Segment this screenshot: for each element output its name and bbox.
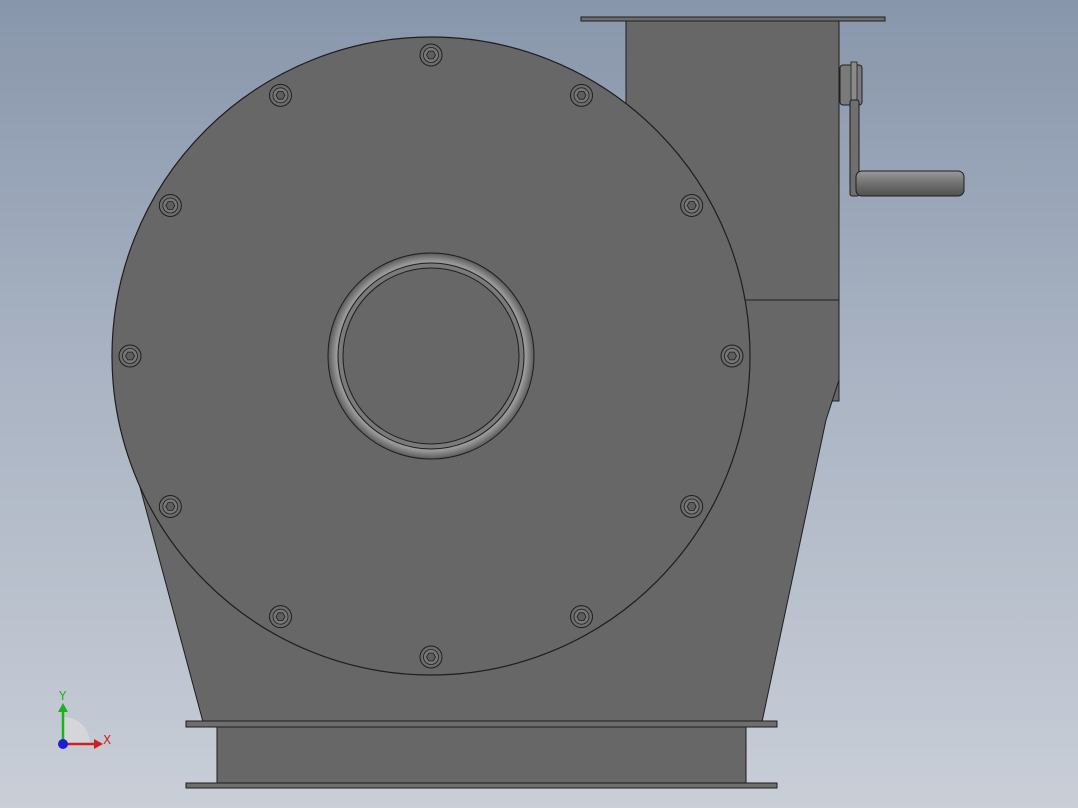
outlet-flange bbox=[580, 16, 886, 22]
inlet-port[interactable] bbox=[327, 252, 535, 460]
hex-socket-bolt-icon bbox=[720, 344, 744, 368]
base-bottom-flange bbox=[185, 782, 778, 789]
cad-model-drawing[interactable]: Y X bbox=[0, 0, 1078, 808]
hex-socket-bolt-icon bbox=[570, 83, 593, 107]
hex-socket-bolt-icon bbox=[680, 194, 704, 217]
triad-y-label: Y bbox=[58, 689, 67, 703]
cad-graphics-viewport[interactable]: Y X bbox=[0, 0, 1078, 808]
hex-socket-bolt-icon bbox=[419, 645, 443, 669]
base-top-flange bbox=[185, 720, 778, 728]
crank-handle-icon[interactable] bbox=[839, 61, 965, 197]
hex-socket-bolt-icon bbox=[158, 194, 182, 217]
base-body bbox=[216, 726, 747, 784]
triad-rotation-arc bbox=[63, 717, 90, 744]
triad-x-arrow bbox=[94, 739, 103, 749]
hex-socket-bolt-icon bbox=[680, 495, 704, 518]
handle-grip bbox=[855, 170, 965, 197]
triad-x-label: X bbox=[103, 733, 111, 747]
triad-y-arrow bbox=[58, 703, 68, 712]
hex-socket-bolt-icon bbox=[570, 605, 593, 629]
hex-socket-bolt-icon bbox=[419, 43, 443, 67]
triad-z-origin bbox=[58, 739, 68, 749]
hex-socket-bolt-icon bbox=[118, 344, 142, 368]
hex-socket-bolt-icon bbox=[269, 83, 292, 107]
coordinate-triad: Y X bbox=[58, 689, 111, 749]
inlet-opening bbox=[342, 267, 520, 445]
hex-socket-bolt-icon bbox=[269, 605, 292, 629]
base-frame[interactable] bbox=[185, 720, 778, 789]
hex-socket-bolt-icon bbox=[158, 495, 182, 518]
